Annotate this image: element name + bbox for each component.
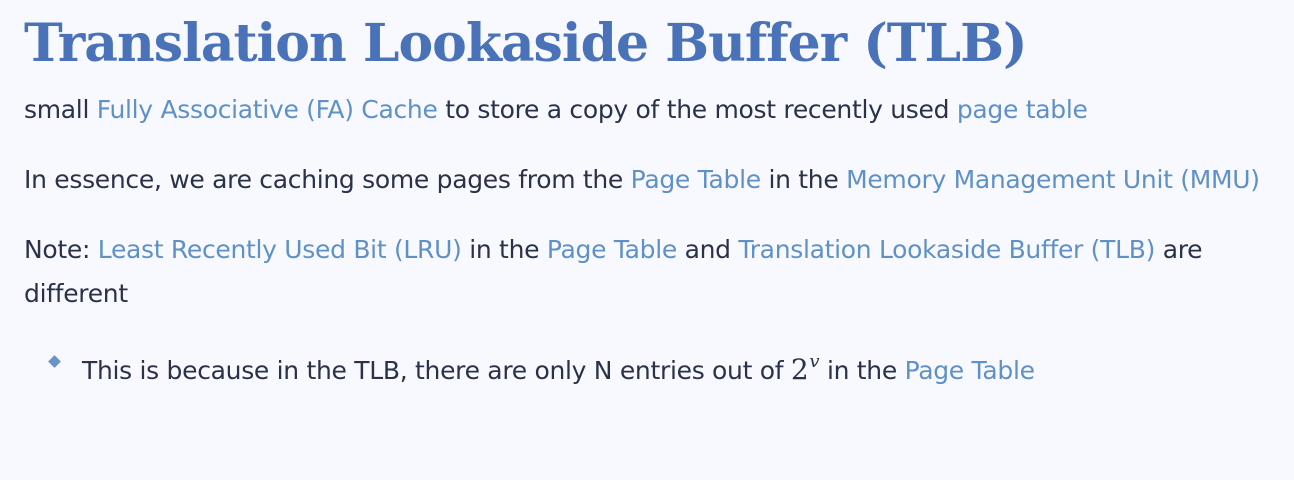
note-paragraph: Note: Least Recently Used Bit (LRU) in t… xyxy=(24,228,1270,316)
link-translation-lookaside-buffer[interactable]: Translation Lookaside Buffer (TLB) xyxy=(738,235,1155,264)
text: This is because in the TLB, there are on… xyxy=(82,356,791,385)
link-fully-associative-cache[interactable]: Fully Associative (FA) Cache xyxy=(97,95,438,124)
link-page-table[interactable]: Page Table xyxy=(905,356,1035,385)
math-expression: 2v xyxy=(790,351,820,386)
bullet-list: This is because in the TLB, there are on… xyxy=(24,340,1270,393)
page-title: Translation Lookaside Buffer (TLB) xyxy=(24,13,1028,74)
link-least-recently-used-bit[interactable]: Least Recently Used Bit (LRU) xyxy=(98,235,462,264)
text: to store a copy of the most recently use… xyxy=(437,95,957,124)
link-page-table[interactable]: Page Table xyxy=(547,235,677,264)
link-memory-management-unit[interactable]: Memory Management Unit (MMU) xyxy=(846,165,1260,194)
link-page-table[interactable]: page table xyxy=(957,95,1088,124)
text: small xyxy=(24,95,97,124)
list-item: This is because in the TLB, there are on… xyxy=(48,340,1270,393)
text: in the xyxy=(461,235,547,264)
text: Note: xyxy=(24,235,98,264)
text: in the xyxy=(819,356,905,385)
note-page: Translation Lookaside Buffer (TLB) small… xyxy=(0,0,1294,480)
math-exponent: v xyxy=(809,351,820,372)
link-page-table[interactable]: Page Table xyxy=(631,165,761,194)
essence-paragraph: In essence, we are caching some pages fr… xyxy=(24,158,1270,202)
text: and xyxy=(676,235,739,264)
math-base: 2 xyxy=(790,353,809,386)
tlb-definition-paragraph: small Fully Associative (FA) Cache to st… xyxy=(24,88,1270,132)
diamond-bullet-icon xyxy=(48,355,61,368)
text: In essence, we are caching some pages fr… xyxy=(24,165,631,194)
text: in the xyxy=(760,165,847,194)
